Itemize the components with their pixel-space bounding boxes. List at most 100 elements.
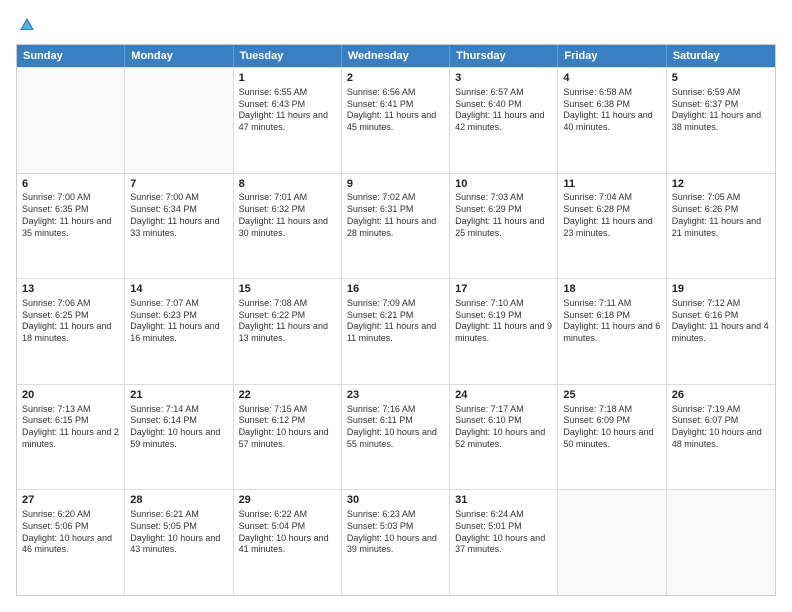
calendar-cell: 31Sunrise: 6:24 AM Sunset: 5:01 PM Dayli… <box>450 490 558 595</box>
logo-icon <box>18 16 36 34</box>
day-number: 27 <box>22 493 119 508</box>
calendar-cell <box>125 68 233 173</box>
weekday-header-tuesday: Tuesday <box>234 45 342 67</box>
day-number: 15 <box>239 282 336 297</box>
day-number: 21 <box>130 388 227 403</box>
calendar-cell: 19Sunrise: 7:12 AM Sunset: 6:16 PM Dayli… <box>667 279 775 384</box>
calendar-cell: 7Sunrise: 7:00 AM Sunset: 6:34 PM Daylig… <box>125 174 233 279</box>
calendar-cell: 15Sunrise: 7:08 AM Sunset: 6:22 PM Dayli… <box>234 279 342 384</box>
weekday-header-friday: Friday <box>558 45 666 67</box>
cell-info: Sunrise: 6:22 AM Sunset: 5:04 PM Dayligh… <box>239 509 336 556</box>
weekday-header-monday: Monday <box>125 45 233 67</box>
day-number: 6 <box>22 177 119 192</box>
calendar-cell: 20Sunrise: 7:13 AM Sunset: 6:15 PM Dayli… <box>17 385 125 490</box>
day-number: 22 <box>239 388 336 403</box>
day-number: 13 <box>22 282 119 297</box>
calendar-cell: 17Sunrise: 7:10 AM Sunset: 6:19 PM Dayli… <box>450 279 558 384</box>
weekday-header-saturday: Saturday <box>667 45 775 67</box>
day-number: 23 <box>347 388 444 403</box>
day-number: 17 <box>455 282 552 297</box>
calendar: SundayMondayTuesdayWednesdayThursdayFrid… <box>16 44 776 596</box>
cell-info: Sunrise: 6:23 AM Sunset: 5:03 PM Dayligh… <box>347 509 444 556</box>
calendar-row-4: 27Sunrise: 6:20 AM Sunset: 5:06 PM Dayli… <box>17 489 775 595</box>
day-number: 1 <box>239 71 336 86</box>
cell-info: Sunrise: 7:16 AM Sunset: 6:11 PM Dayligh… <box>347 404 444 451</box>
cell-info: Sunrise: 7:15 AM Sunset: 6:12 PM Dayligh… <box>239 404 336 451</box>
cell-info: Sunrise: 7:00 AM Sunset: 6:34 PM Dayligh… <box>130 192 227 239</box>
day-number: 2 <box>347 71 444 86</box>
cell-info: Sunrise: 6:21 AM Sunset: 5:05 PM Dayligh… <box>130 509 227 556</box>
day-number: 3 <box>455 71 552 86</box>
day-number: 14 <box>130 282 227 297</box>
calendar-cell: 29Sunrise: 6:22 AM Sunset: 5:04 PM Dayli… <box>234 490 342 595</box>
cell-info: Sunrise: 7:09 AM Sunset: 6:21 PM Dayligh… <box>347 298 444 345</box>
day-number: 24 <box>455 388 552 403</box>
cell-info: Sunrise: 7:08 AM Sunset: 6:22 PM Dayligh… <box>239 298 336 345</box>
day-number: 26 <box>672 388 770 403</box>
day-number: 16 <box>347 282 444 297</box>
cell-info: Sunrise: 7:13 AM Sunset: 6:15 PM Dayligh… <box>22 404 119 451</box>
cell-info: Sunrise: 6:20 AM Sunset: 5:06 PM Dayligh… <box>22 509 119 556</box>
cell-info: Sunrise: 7:19 AM Sunset: 6:07 PM Dayligh… <box>672 404 770 451</box>
cell-info: Sunrise: 7:06 AM Sunset: 6:25 PM Dayligh… <box>22 298 119 345</box>
calendar-cell: 25Sunrise: 7:18 AM Sunset: 6:09 PM Dayli… <box>558 385 666 490</box>
day-number: 29 <box>239 493 336 508</box>
cell-info: Sunrise: 7:07 AM Sunset: 6:23 PM Dayligh… <box>130 298 227 345</box>
cell-info: Sunrise: 7:12 AM Sunset: 6:16 PM Dayligh… <box>672 298 770 345</box>
cell-info: Sunrise: 7:04 AM Sunset: 6:28 PM Dayligh… <box>563 192 660 239</box>
calendar-cell: 21Sunrise: 7:14 AM Sunset: 6:14 PM Dayli… <box>125 385 233 490</box>
calendar-cell: 27Sunrise: 6:20 AM Sunset: 5:06 PM Dayli… <box>17 490 125 595</box>
day-number: 31 <box>455 493 552 508</box>
cell-info: Sunrise: 6:24 AM Sunset: 5:01 PM Dayligh… <box>455 509 552 556</box>
calendar-cell: 11Sunrise: 7:04 AM Sunset: 6:28 PM Dayli… <box>558 174 666 279</box>
day-number: 25 <box>563 388 660 403</box>
calendar-cell: 24Sunrise: 7:17 AM Sunset: 6:10 PM Dayli… <box>450 385 558 490</box>
calendar-header: SundayMondayTuesdayWednesdayThursdayFrid… <box>17 45 775 67</box>
day-number: 8 <box>239 177 336 192</box>
calendar-cell <box>558 490 666 595</box>
calendar-body: 1Sunrise: 6:55 AM Sunset: 6:43 PM Daylig… <box>17 67 775 595</box>
day-number: 7 <box>130 177 227 192</box>
calendar-cell: 9Sunrise: 7:02 AM Sunset: 6:31 PM Daylig… <box>342 174 450 279</box>
day-number: 11 <box>563 177 660 192</box>
calendar-cell: 5Sunrise: 6:59 AM Sunset: 6:37 PM Daylig… <box>667 68 775 173</box>
calendar-cell: 26Sunrise: 7:19 AM Sunset: 6:07 PM Dayli… <box>667 385 775 490</box>
calendar-cell: 10Sunrise: 7:03 AM Sunset: 6:29 PM Dayli… <box>450 174 558 279</box>
calendar-cell: 14Sunrise: 7:07 AM Sunset: 6:23 PM Dayli… <box>125 279 233 384</box>
day-number: 30 <box>347 493 444 508</box>
calendar-row-3: 20Sunrise: 7:13 AM Sunset: 6:15 PM Dayli… <box>17 384 775 490</box>
day-number: 9 <box>347 177 444 192</box>
cell-info: Sunrise: 7:11 AM Sunset: 6:18 PM Dayligh… <box>563 298 660 345</box>
day-number: 18 <box>563 282 660 297</box>
cell-info: Sunrise: 7:17 AM Sunset: 6:10 PM Dayligh… <box>455 404 552 451</box>
calendar-cell: 18Sunrise: 7:11 AM Sunset: 6:18 PM Dayli… <box>558 279 666 384</box>
weekday-header-sunday: Sunday <box>17 45 125 67</box>
day-number: 19 <box>672 282 770 297</box>
weekday-header-thursday: Thursday <box>450 45 558 67</box>
day-number: 12 <box>672 177 770 192</box>
cell-info: Sunrise: 7:00 AM Sunset: 6:35 PM Dayligh… <box>22 192 119 239</box>
header <box>16 16 776 34</box>
calendar-cell: 16Sunrise: 7:09 AM Sunset: 6:21 PM Dayli… <box>342 279 450 384</box>
cell-info: Sunrise: 7:02 AM Sunset: 6:31 PM Dayligh… <box>347 192 444 239</box>
cell-info: Sunrise: 7:18 AM Sunset: 6:09 PM Dayligh… <box>563 404 660 451</box>
day-number: 20 <box>22 388 119 403</box>
cell-info: Sunrise: 7:10 AM Sunset: 6:19 PM Dayligh… <box>455 298 552 345</box>
cell-info: Sunrise: 6:58 AM Sunset: 6:38 PM Dayligh… <box>563 87 660 134</box>
calendar-row-0: 1Sunrise: 6:55 AM Sunset: 6:43 PM Daylig… <box>17 67 775 173</box>
day-number: 5 <box>672 71 770 86</box>
calendar-cell: 22Sunrise: 7:15 AM Sunset: 6:12 PM Dayli… <box>234 385 342 490</box>
cell-info: Sunrise: 6:55 AM Sunset: 6:43 PM Dayligh… <box>239 87 336 134</box>
cell-info: Sunrise: 6:59 AM Sunset: 6:37 PM Dayligh… <box>672 87 770 134</box>
calendar-cell: 23Sunrise: 7:16 AM Sunset: 6:11 PM Dayli… <box>342 385 450 490</box>
cell-info: Sunrise: 6:56 AM Sunset: 6:41 PM Dayligh… <box>347 87 444 134</box>
calendar-cell: 28Sunrise: 6:21 AM Sunset: 5:05 PM Dayli… <box>125 490 233 595</box>
calendar-row-2: 13Sunrise: 7:06 AM Sunset: 6:25 PM Dayli… <box>17 278 775 384</box>
calendar-row-1: 6Sunrise: 7:00 AM Sunset: 6:35 PM Daylig… <box>17 173 775 279</box>
day-number: 4 <box>563 71 660 86</box>
page: SundayMondayTuesdayWednesdayThursdayFrid… <box>0 0 792 612</box>
cell-info: Sunrise: 6:57 AM Sunset: 6:40 PM Dayligh… <box>455 87 552 134</box>
calendar-cell: 4Sunrise: 6:58 AM Sunset: 6:38 PM Daylig… <box>558 68 666 173</box>
logo <box>16 16 36 34</box>
calendar-cell: 2Sunrise: 6:56 AM Sunset: 6:41 PM Daylig… <box>342 68 450 173</box>
